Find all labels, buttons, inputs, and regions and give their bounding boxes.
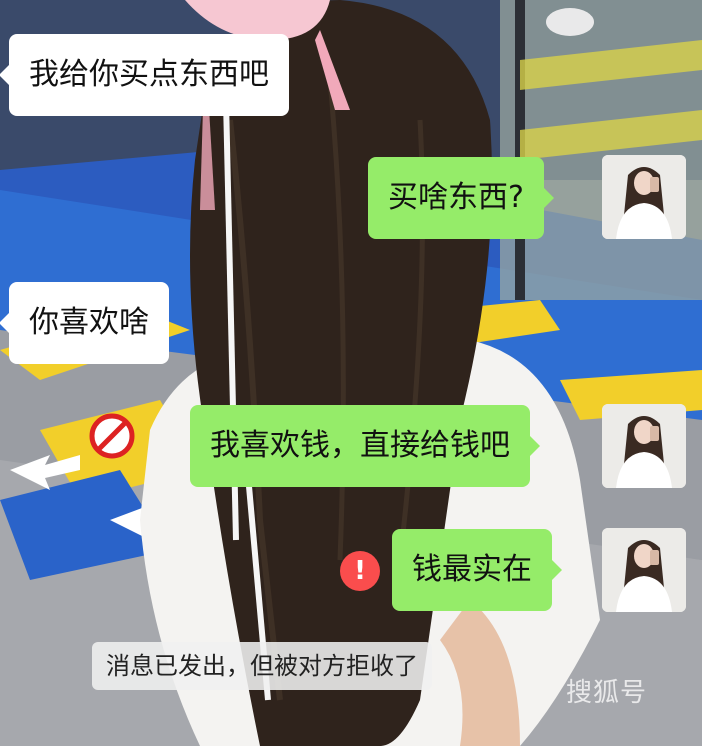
message-bubble-sent[interactable]: 我喜欢钱，直接给钱吧 (190, 405, 540, 487)
message-bubble-received[interactable]: 你喜欢啥 (0, 282, 169, 364)
system-notice: 消息已发出，但被对方拒收了 (92, 642, 432, 690)
user-avatar[interactable] (602, 155, 686, 239)
message-bubble-sent[interactable]: 买啥东西? (368, 157, 554, 239)
avatar-photo-icon (602, 528, 686, 612)
avatar-photo-icon (602, 155, 686, 239)
send-failed-icon[interactable]: ! (340, 551, 380, 591)
avatar-photo-icon (602, 404, 686, 488)
user-avatar[interactable] (602, 528, 686, 612)
message-bubble-sent-failed[interactable]: 钱最实在 (392, 529, 562, 611)
message-bubble-received[interactable]: 我给你买点东西吧 (0, 34, 289, 116)
user-avatar[interactable] (602, 404, 686, 488)
watermark: 搜狐号 (566, 678, 648, 708)
